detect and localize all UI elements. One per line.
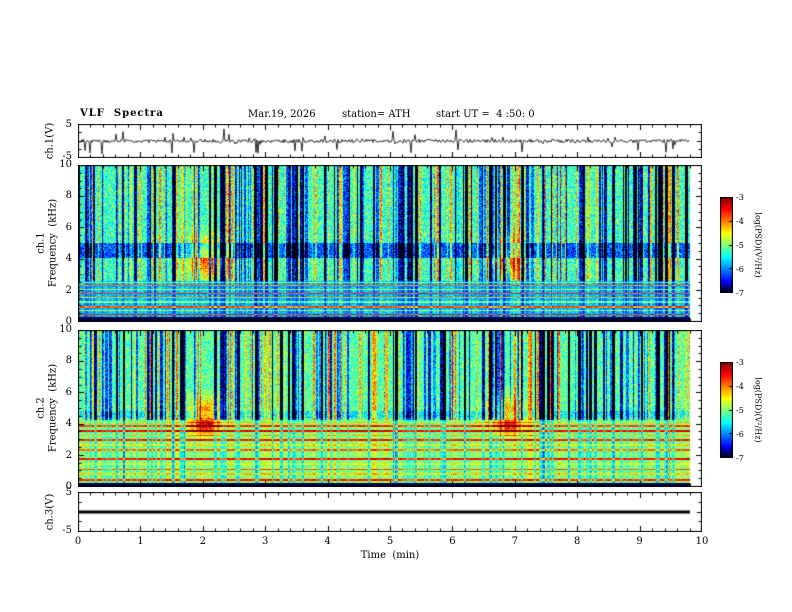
colorbar-tick-label: -3 — [736, 358, 744, 367]
colorbar-tick-label: -6 — [736, 265, 744, 274]
colorbar-tick-label: -3 — [736, 193, 744, 202]
colorbar-tick-label: -6 — [736, 430, 744, 439]
vlf-spectra-figure: VLF Spectra Mar.19, 2026 station= ATH st… — [0, 0, 792, 612]
x-tick-label: 2 — [199, 536, 206, 547]
time-axis-label: Time (min) — [360, 550, 420, 561]
x-tick-label: 3 — [262, 536, 269, 547]
ch1-waveform-canvas — [78, 124, 702, 158]
y-tick-label: 8 — [65, 355, 72, 367]
x-tick-label: 6 — [449, 536, 456, 547]
ch3-waveform-canvas — [78, 492, 702, 532]
x-tick-label: 10 — [695, 536, 709, 547]
y-tick-label: 2 — [65, 284, 72, 296]
colorbar-ch2-canvas — [720, 362, 733, 458]
y-tick-label: 6 — [65, 221, 72, 233]
y-tick-label: 6 — [65, 386, 72, 398]
x-tick-label: 1 — [137, 536, 144, 547]
colorbar-tick-label: -5 — [736, 406, 744, 415]
x-tick-label: 4 — [324, 536, 331, 547]
figure-station: station= ATH — [342, 109, 411, 120]
colorbar-ch1-canvas — [720, 197, 733, 293]
y-tick-label: 4 — [65, 253, 72, 265]
y-tick-label: 5 — [65, 487, 72, 498]
ch2-frequency-axis-label: Frequency (kHz) — [47, 363, 59, 453]
x-tick-label: 8 — [574, 536, 581, 547]
colorbar-tick-label: -4 — [736, 382, 744, 391]
ch1-spec-axis-label: ch.1 — [35, 232, 47, 254]
colorbar-ch1-label: log(PSD)(V²/Hz) — [753, 212, 763, 278]
colorbar-tick-label: -7 — [736, 289, 744, 298]
figure-title: VLF Spectra — [80, 108, 164, 119]
figure-date: Mar.19, 2026 — [248, 109, 316, 120]
colorbar-tick-label: -7 — [736, 454, 744, 463]
y-tick-label: 5 — [65, 119, 72, 130]
colorbar-tick-label: -4 — [736, 217, 744, 226]
ch2-spectrogram-canvas — [78, 330, 702, 487]
y-tick-label: 10 — [59, 159, 72, 170]
colorbar-ch2-label: log(PSD)(V²/Hz) — [753, 377, 763, 443]
y-tick-label: 8 — [65, 190, 72, 202]
x-tick-label: 9 — [636, 536, 643, 547]
y-tick-label: 2 — [65, 449, 72, 461]
ch1-spectrogram-canvas — [78, 165, 702, 322]
y-tick-label: 10 — [59, 324, 72, 335]
x-tick-label: 0 — [74, 536, 82, 547]
colorbar-tick-label: -5 — [736, 241, 744, 250]
y-tick-label: -5 — [62, 525, 72, 536]
x-tick-label: 7 — [511, 536, 518, 547]
y-tick-label: 4 — [65, 418, 72, 430]
x-tick-label: 5 — [386, 536, 394, 547]
figure-start-ut: start UT = 4 :50: 0 — [436, 109, 535, 120]
ch1-frequency-axis-label: Frequency (kHz) — [47, 198, 59, 288]
ch2-spec-axis-label: ch.2 — [35, 397, 47, 419]
